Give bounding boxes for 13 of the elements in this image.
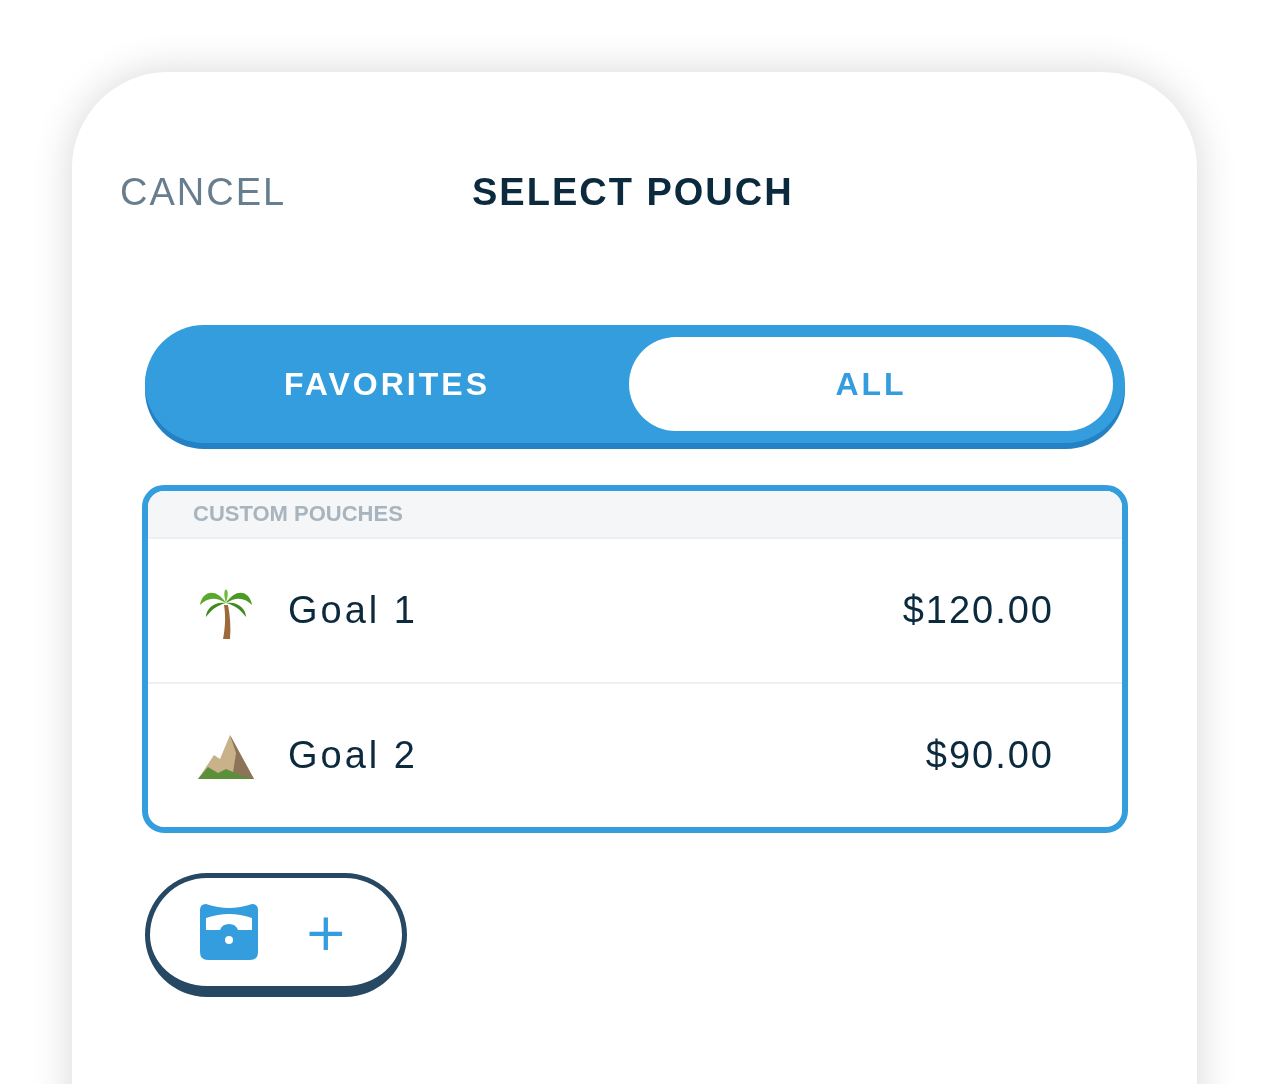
screen-title: SELECT POUCH bbox=[472, 170, 794, 214]
pouch-row[interactable]: Goal 1 $120.00 bbox=[148, 539, 1122, 684]
pouch-name: Goal 1 bbox=[288, 589, 419, 632]
section-title: CUSTOM POUCHES bbox=[193, 501, 403, 527]
pouch-name: Goal 2 bbox=[288, 734, 419, 777]
plus-sign: + bbox=[304, 906, 348, 958]
pouch-row[interactable]: Goal 2 $90.00 bbox=[148, 684, 1122, 827]
pouch-icon bbox=[198, 904, 260, 960]
tab[interactable]: ALL bbox=[629, 337, 1113, 431]
add-pouch-button[interactable]: + bbox=[145, 873, 407, 997]
pouch-amount: $120.00 bbox=[902, 589, 1054, 632]
cancel-button[interactable]: CANCEL bbox=[120, 170, 472, 214]
pouch-amount: $90.00 bbox=[925, 734, 1054, 777]
